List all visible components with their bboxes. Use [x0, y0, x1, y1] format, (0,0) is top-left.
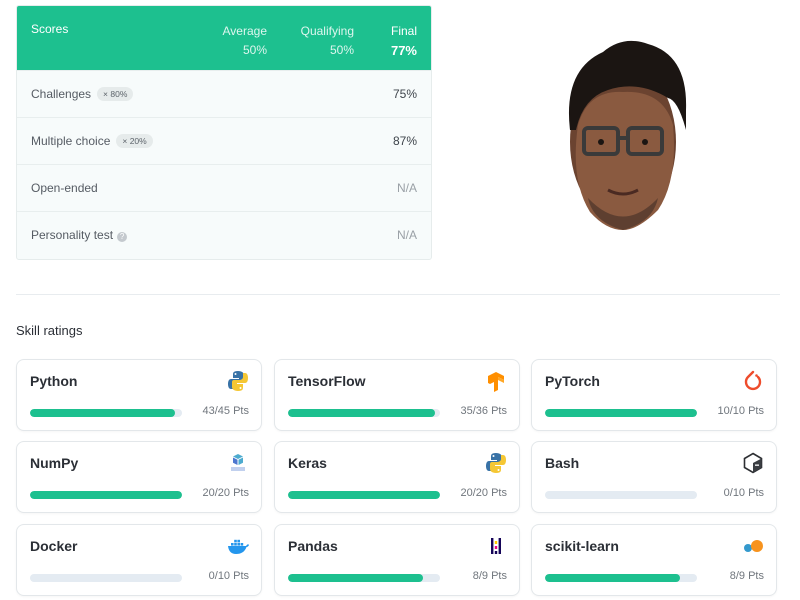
skill-name: scikit-learn: [545, 538, 619, 554]
qualifying-value: 50%: [329, 43, 354, 57]
skill-points: 0/10 Pts: [208, 570, 249, 582]
help-icon[interactable]: ?: [117, 232, 128, 242]
scores-header: Scores Average 50% Qualifying 50% Final …: [17, 6, 431, 70]
skill-name: Keras: [288, 455, 327, 471]
skill-progress-bar: [545, 491, 697, 499]
skill-name: Pandas: [288, 538, 338, 554]
section-divider: [16, 294, 780, 295]
scikit-learn-icon: [744, 540, 763, 552]
score-row-label: Challenges: [31, 87, 92, 101]
skill-points: 20/20 Pts: [202, 487, 249, 499]
skill-card-keras[interactable]: Keras 20/20 Pts: [274, 441, 520, 513]
skill-card-pandas[interactable]: Pandas 8/9 Pts: [274, 524, 520, 596]
average-label: Average: [222, 24, 267, 38]
skill-points: 8/9 Pts: [729, 570, 764, 582]
skill-progress-fill: [288, 491, 440, 499]
skill-points: 10/10 Pts: [717, 405, 764, 417]
scores-title: Scores: [31, 22, 69, 36]
score-row-value: N/A: [396, 228, 417, 242]
skill-points: 43/45 Pts: [202, 405, 249, 417]
skill-progress-fill: [545, 574, 681, 582]
qualifying-column: Qualifying 50%: [301, 22, 354, 60]
final-label: Final: [390, 24, 417, 38]
skill-points: 8/9 Pts: [472, 570, 507, 582]
skill-name: NumPy: [30, 455, 79, 471]
score-row-value: 75%: [392, 87, 417, 101]
skill-name: Bash: [545, 455, 580, 471]
skill-card-pytorch[interactable]: PyTorch 10/10 Pts: [531, 359, 777, 431]
score-row-label: Personality test: [31, 228, 114, 242]
score-row-value: 87%: [392, 134, 417, 148]
skill-card-numpy[interactable]: NumPy 20/20 Pts: [16, 441, 262, 513]
score-row-label: Multiple choice: [31, 134, 111, 148]
skill-progress-bar: [30, 574, 182, 582]
skill-progress-fill: [288, 409, 436, 417]
skill-points: 20/20 Pts: [460, 487, 507, 499]
skill-name: Docker: [30, 538, 78, 554]
skill-progress-fill: [545, 409, 697, 417]
skill-progress-bar: [545, 574, 697, 582]
score-row-value: N/A: [396, 181, 417, 195]
skill-progress-bar: [288, 409, 440, 417]
pytorch-icon: [744, 370, 762, 391]
average-value: 50%: [242, 43, 267, 57]
skill-progress-bar: [545, 409, 697, 417]
skill-progress-fill: [30, 409, 176, 417]
skill-card-docker[interactable]: Docker 0/10 Pts: [16, 524, 262, 596]
docker-icon: [228, 539, 249, 554]
skill-progress-bar: [288, 491, 440, 499]
score-row-challenges: Challenges × 80% 75%: [17, 70, 431, 117]
candidate-avatar: [568, 40, 687, 230]
bash-icon: [743, 452, 763, 474]
skill-progress-bar: [288, 574, 440, 582]
skill-name: PyTorch: [545, 373, 600, 389]
skill-card-scikit-learn[interactable]: scikit-learn 8/9 Pts: [531, 524, 777, 596]
score-row-multiple-choice: Multiple choice × 20% 87%: [17, 117, 431, 164]
numpy-icon: [231, 454, 245, 471]
tensorflow-icon: [488, 372, 504, 392]
scores-card: Scores Average 50% Qualifying 50% Final …: [16, 5, 432, 260]
pandas-icon: [491, 538, 501, 554]
score-row-personality-test: Personality test? N/A: [17, 211, 431, 258]
qualifying-label: Qualifying: [300, 24, 354, 38]
score-row-open-ended: Open-ended N/A: [17, 164, 431, 211]
skill-points: 0/10 Pts: [723, 487, 764, 499]
skill-card-python[interactable]: Python 43/45 Pts: [16, 359, 262, 431]
skill-ratings-title: Skill ratings: [16, 323, 83, 338]
skill-name: TensorFlow: [288, 373, 366, 389]
skill-progress-bar: [30, 491, 182, 499]
skill-card-tensorflow[interactable]: TensorFlow 35/36 Pts: [274, 359, 520, 431]
final-column: Final 77%: [391, 22, 417, 60]
final-value: 77%: [390, 43, 417, 58]
python-icon: [228, 371, 248, 391]
skill-progress-fill: [30, 491, 182, 499]
skill-points: 35/36 Pts: [460, 405, 507, 417]
weight-badge: × 20%: [116, 134, 153, 148]
average-column: Average 50%: [223, 22, 267, 60]
skill-name: Python: [30, 373, 78, 389]
weight-badge: × 80%: [97, 87, 134, 101]
skill-progress-bar: [30, 409, 182, 417]
python-icon: [486, 453, 506, 473]
skill-card-bash[interactable]: Bash 0/10 Pts: [531, 441, 777, 513]
skill-progress-fill: [288, 574, 424, 582]
score-row-label: Open-ended: [31, 181, 98, 195]
